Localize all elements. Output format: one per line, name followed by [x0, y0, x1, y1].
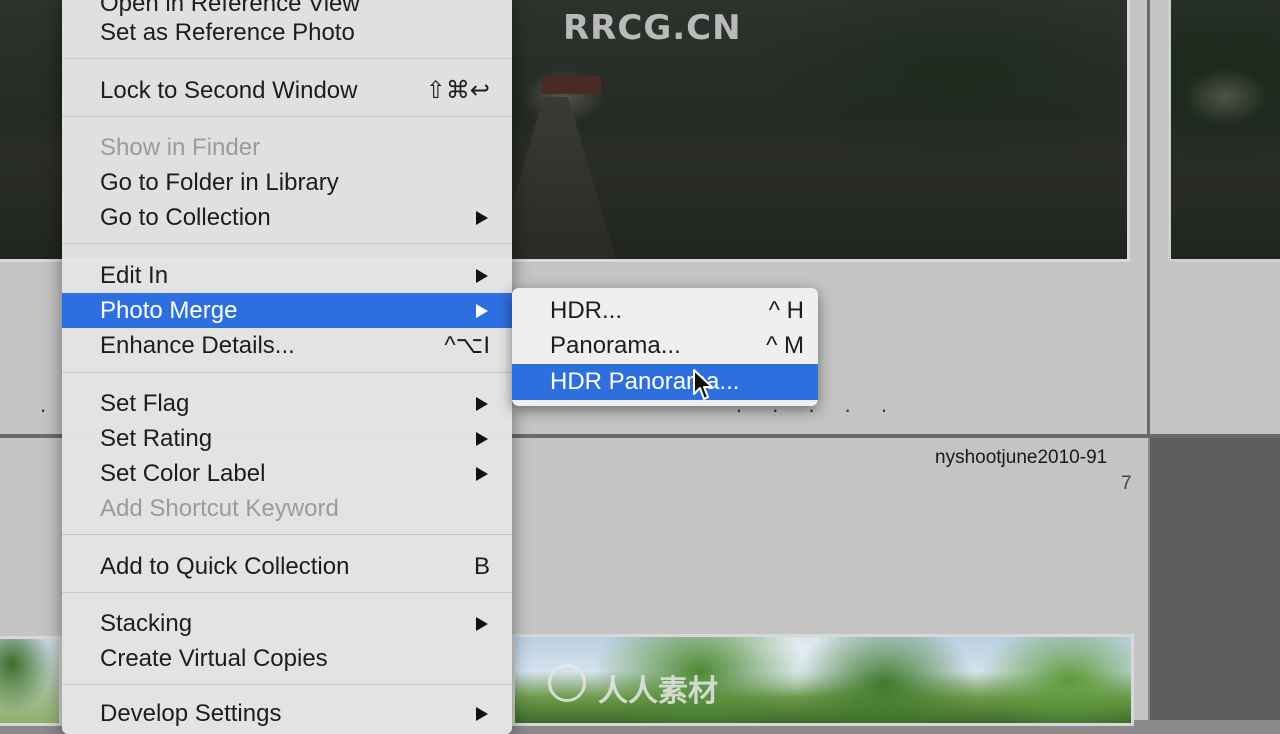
- menu-item-stacking[interactable]: Stacking: [62, 606, 512, 641]
- rating-dots-left: .: [40, 392, 59, 417]
- thumbnail-right[interactable]: [1168, 0, 1280, 262]
- watermark-logo-icon: [548, 664, 586, 702]
- thumbnail-bottom-left[interactable]: [0, 636, 62, 726]
- menu-item-set-rating[interactable]: Set Rating: [62, 421, 512, 456]
- menu-separator: [62, 592, 512, 593]
- thumbnail-image: [0, 639, 59, 723]
- gate-shape: [540, 75, 601, 94]
- shortcut-label: ^ M: [766, 332, 804, 359]
- menu-separator: [62, 243, 512, 244]
- thumbnail-image: [1171, 0, 1280, 259]
- menu-item-label: Go to Collection: [100, 204, 271, 231]
- menu-item-lock-to-second-window[interactable]: Lock to Second Window ⇧⌘↩: [62, 73, 512, 108]
- menu-item-go-to-collection[interactable]: Go to Collection: [62, 200, 512, 235]
- thumbnail-filename: nyshootjune2010-91: [935, 447, 1108, 468]
- submenu-item-panorama[interactable]: Panorama... ^ M: [512, 328, 818, 364]
- menu-separator: [62, 534, 512, 535]
- menu-item-label: Set Color Label: [100, 460, 266, 487]
- grid-divider-vertical: [1147, 0, 1150, 436]
- menu-item-label: Set Rating: [100, 425, 213, 452]
- menu-item-add-to-quick-collection[interactable]: Add to Quick Collection B: [62, 549, 512, 584]
- menu-item-label: Lock to Second Window: [100, 77, 358, 104]
- submenu-arrow-icon: [476, 617, 488, 631]
- submenu-arrow-icon: [476, 304, 488, 318]
- watermark-bottom: 人人素材: [598, 674, 718, 709]
- submenu-arrow-icon: [476, 467, 488, 481]
- menu-item-set-color-label[interactable]: Set Color Label: [62, 456, 512, 491]
- menu-item-add-shortcut-keyword: Add Shortcut Keyword: [62, 491, 512, 526]
- menu-item-label: Add Shortcut Keyword: [100, 495, 339, 522]
- menu-separator: [62, 58, 512, 59]
- submenu-arrow-icon: [476, 707, 488, 721]
- menu-item-photo-merge[interactable]: Photo Merge: [62, 293, 512, 328]
- menu-item-label: Edit In: [100, 262, 169, 289]
- submenu-arrow-icon: [476, 211, 488, 225]
- menu-item-label: Go to Folder in Library: [100, 169, 339, 196]
- submenu-item-label: Panorama...: [550, 332, 681, 359]
- shortcut-label: ⇧⌘↩: [425, 77, 490, 104]
- shortcut-label: ^⌥I: [444, 332, 490, 359]
- shortcut-label: B: [473, 553, 490, 580]
- shortcut-label: ^ H: [768, 297, 804, 324]
- menu-item-edit-in[interactable]: Edit In: [62, 258, 512, 293]
- mouse-pointer-icon: [693, 369, 713, 400]
- menu-item-label: Add to Quick Collection: [100, 553, 350, 580]
- menu-item-develop-settings[interactable]: Develop Settings: [62, 696, 512, 731]
- menu-item-go-to-folder-in-library[interactable]: Go to Folder in Library: [62, 165, 512, 200]
- menu-item-label: Show in Finder: [100, 134, 261, 161]
- menu-separator: [62, 372, 512, 373]
- menu-item-set-flag[interactable]: Set Flag: [62, 386, 512, 421]
- menu-item-label: Set Flag: [100, 390, 190, 417]
- menu-separator: [62, 684, 512, 685]
- photo-merge-submenu: HDR... ^ H Panorama... ^ M HDR Panorama.…: [512, 288, 818, 406]
- grid-cell-mid-right: [1150, 438, 1280, 720]
- context-menu: Open in Reference View Set as Reference …: [62, 0, 512, 734]
- menu-item-label: Photo Merge: [100, 297, 238, 324]
- menu-item-label: Create Virtual Copies: [100, 645, 328, 672]
- path-shape: [495, 96, 616, 259]
- submenu-arrow-icon: [476, 269, 488, 283]
- submenu-arrow-icon: [476, 432, 488, 446]
- submenu-item-hdr-panorama[interactable]: HDR Panorama...: [512, 364, 818, 400]
- submenu-item-label: HDR...: [550, 297, 622, 324]
- menu-item-label: Stacking: [100, 610, 193, 637]
- menu-item-enhance-details[interactable]: Enhance Details... ^⌥I: [62, 328, 512, 363]
- watermark-top: RRCG.CN: [563, 8, 742, 48]
- menu-item-set-as-reference-photo[interactable]: Set as Reference Photo: [62, 15, 512, 50]
- menu-separator: [62, 116, 512, 117]
- menu-item-label: Develop Settings: [100, 700, 282, 727]
- submenu-arrow-icon: [476, 397, 488, 411]
- menu-item-show-in-finder: Show in Finder: [62, 130, 512, 165]
- menu-item-create-virtual-copies[interactable]: Create Virtual Copies: [62, 641, 512, 676]
- menu-item-label: Set as Reference Photo: [100, 19, 355, 46]
- thumbnail-index: 7: [1121, 473, 1132, 494]
- menu-item-label: Enhance Details...: [100, 332, 295, 359]
- submenu-item-hdr[interactable]: HDR... ^ H: [512, 293, 818, 329]
